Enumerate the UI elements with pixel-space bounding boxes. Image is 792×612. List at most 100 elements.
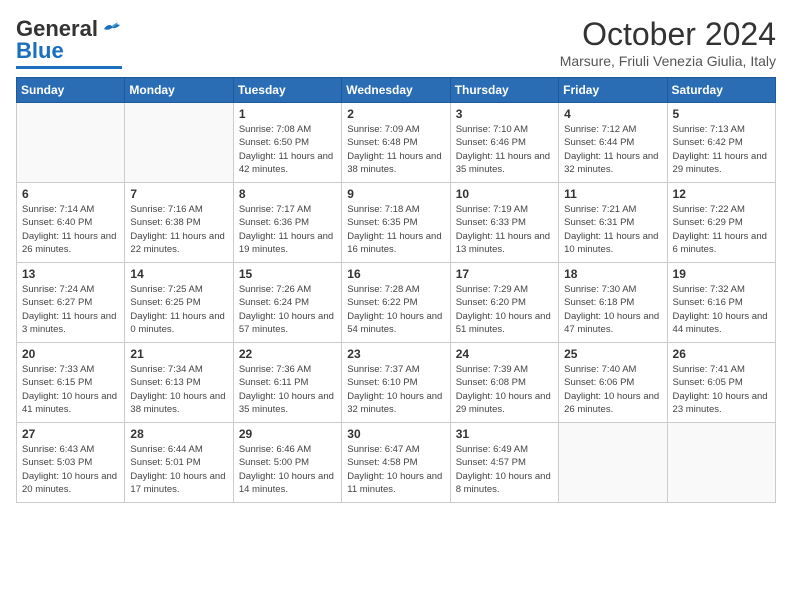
week-row-2: 6 Sunrise: 7:14 AMSunset: 6:40 PMDaylight…: [17, 183, 776, 263]
calendar-cell: 29 Sunrise: 6:46 AMSunset: 5:00 PMDayligh…: [233, 423, 341, 503]
logo: General Blue: [16, 16, 122, 69]
calendar-cell: 31 Sunrise: 6:49 AMSunset: 4:57 PMDayligh…: [450, 423, 558, 503]
calendar-cell: 16 Sunrise: 7:28 AMSunset: 6:22 PMDayligh…: [342, 263, 450, 343]
day-number: 12: [673, 187, 770, 201]
calendar-cell: 26 Sunrise: 7:41 AMSunset: 6:05 PMDayligh…: [667, 343, 775, 423]
calendar-cell: 20Sunrise: 7:33 AMSunset: 6:15 PMDayligh…: [17, 343, 125, 423]
day-info: Sunrise: 6:47 AMSunset: 4:58 PMDaylight:…: [347, 443, 444, 496]
day-number: 5: [673, 107, 770, 121]
day-info: Sunrise: 7:26 AMSunset: 6:24 PMDaylight:…: [239, 283, 336, 336]
calendar-cell: 19 Sunrise: 7:32 AMSunset: 6:16 PMDayligh…: [667, 263, 775, 343]
calendar-cell: 17 Sunrise: 7:29 AMSunset: 6:20 PMDayligh…: [450, 263, 558, 343]
day-info: Sunrise: 7:29 AMSunset: 6:20 PMDaylight:…: [456, 283, 553, 336]
day-info: Sunrise: 6:49 AMSunset: 4:57 PMDaylight:…: [456, 443, 553, 496]
day-number: 4: [564, 107, 661, 121]
day-info: Sunrise: 7:09 AMSunset: 6:48 PMDaylight:…: [347, 123, 444, 176]
calendar-cell: 13 Sunrise: 7:24 AMSunset: 6:27 PMDayligh…: [17, 263, 125, 343]
calendar-cell: 28 Sunrise: 6:44 AMSunset: 5:01 PMDayligh…: [125, 423, 233, 503]
day-number: 26: [673, 347, 770, 361]
calendar-cell: [17, 103, 125, 183]
calendar-cell: 21Sunrise: 7:34 AMSunset: 6:13 PMDayligh…: [125, 343, 233, 423]
day-info: Sunrise: 7:39 AMSunset: 6:08 PMDaylight:…: [456, 363, 553, 416]
calendar-cell: 30 Sunrise: 6:47 AMSunset: 4:58 PMDayligh…: [342, 423, 450, 503]
title-area: October 2024 Marsure, Friuli Venezia Giu…: [560, 16, 776, 69]
day-number: 1: [239, 107, 336, 121]
day-number: 9: [347, 187, 444, 201]
calendar-cell: [559, 423, 667, 503]
day-number: 3: [456, 107, 553, 121]
day-number: 16: [347, 267, 444, 281]
day-info: Sunrise: 7:34 AMSunset: 6:13 PMDaylight:…: [130, 363, 227, 416]
day-info: Sunrise: 7:13 AMSunset: 6:42 PMDaylight:…: [673, 123, 770, 176]
day-number: 13: [22, 267, 119, 281]
day-info: Sunrise: 6:43 AMSunset: 5:03 PMDaylight:…: [22, 443, 119, 496]
month-title: October 2024: [560, 16, 776, 53]
day-number: 8: [239, 187, 336, 201]
day-info: Sunrise: 7:32 AMSunset: 6:16 PMDaylight:…: [673, 283, 770, 336]
calendar-cell: 6 Sunrise: 7:14 AMSunset: 6:40 PMDaylight…: [17, 183, 125, 263]
week-row-4: 20Sunrise: 7:33 AMSunset: 6:15 PMDayligh…: [17, 343, 776, 423]
day-info: Sunrise: 7:25 AMSunset: 6:25 PMDaylight:…: [130, 283, 227, 336]
calendar-cell: [667, 423, 775, 503]
day-number: 7: [130, 187, 227, 201]
week-row-3: 13 Sunrise: 7:24 AMSunset: 6:27 PMDayligh…: [17, 263, 776, 343]
day-number: 31: [456, 427, 553, 441]
day-info: Sunrise: 7:21 AMSunset: 6:31 PMDaylight:…: [564, 203, 661, 256]
day-header-thursday: Thursday: [450, 78, 558, 103]
day-info: Sunrise: 7:14 AMSunset: 6:40 PMDaylight:…: [22, 203, 119, 256]
day-info: Sunrise: 6:44 AMSunset: 5:01 PMDaylight:…: [130, 443, 227, 496]
calendar-cell: 25Sunrise: 7:40 AMSunset: 6:06 PMDayligh…: [559, 343, 667, 423]
day-info: Sunrise: 7:17 AMSunset: 6:36 PMDaylight:…: [239, 203, 336, 256]
day-number: 10: [456, 187, 553, 201]
logo-bird-icon: [102, 21, 122, 37]
day-info: Sunrise: 7:12 AMSunset: 6:44 PMDaylight:…: [564, 123, 661, 176]
calendar-cell: 7 Sunrise: 7:16 AMSunset: 6:38 PMDaylight…: [125, 183, 233, 263]
calendar-cell: 4 Sunrise: 7:12 AMSunset: 6:44 PMDaylight…: [559, 103, 667, 183]
day-number: 17: [456, 267, 553, 281]
day-info: Sunrise: 7:36 AMSunset: 6:11 PMDaylight:…: [239, 363, 336, 416]
calendar-cell: 8 Sunrise: 7:17 AMSunset: 6:36 PMDaylight…: [233, 183, 341, 263]
day-info: Sunrise: 7:16 AMSunset: 6:38 PMDaylight:…: [130, 203, 227, 256]
day-info: Sunrise: 7:24 AMSunset: 6:27 PMDaylight:…: [22, 283, 119, 336]
day-number: 23: [347, 347, 444, 361]
day-info: Sunrise: 7:19 AMSunset: 6:33 PMDaylight:…: [456, 203, 553, 256]
calendar-cell: 27 Sunrise: 6:43 AMSunset: 5:03 PMDayligh…: [17, 423, 125, 503]
calendar-cell: 10 Sunrise: 7:19 AMSunset: 6:33 PMDayligh…: [450, 183, 558, 263]
calendar-cell: 15 Sunrise: 7:26 AMSunset: 6:24 PMDayligh…: [233, 263, 341, 343]
day-number: 15: [239, 267, 336, 281]
calendar-cell: 22Sunrise: 7:36 AMSunset: 6:11 PMDayligh…: [233, 343, 341, 423]
day-number: 28: [130, 427, 227, 441]
location-subtitle: Marsure, Friuli Venezia Giulia, Italy: [560, 53, 776, 69]
day-number: 11: [564, 187, 661, 201]
day-info: Sunrise: 7:08 AMSunset: 6:50 PMDaylight:…: [239, 123, 336, 176]
calendar-cell: 5 Sunrise: 7:13 AMSunset: 6:42 PMDaylight…: [667, 103, 775, 183]
day-number: 27: [22, 427, 119, 441]
day-number: 2: [347, 107, 444, 121]
calendar-cell: 2 Sunrise: 7:09 AMSunset: 6:48 PMDaylight…: [342, 103, 450, 183]
calendar-table: SundayMondayTuesdayWednesdayThursdayFrid…: [16, 77, 776, 503]
logo-blue: Blue: [16, 38, 64, 64]
calendar-cell: 12 Sunrise: 7:22 AMSunset: 6:29 PMDayligh…: [667, 183, 775, 263]
day-number: 14: [130, 267, 227, 281]
day-info: Sunrise: 6:46 AMSunset: 5:00 PMDaylight:…: [239, 443, 336, 496]
day-number: 30: [347, 427, 444, 441]
day-info: Sunrise: 7:33 AMSunset: 6:15 PMDaylight:…: [22, 363, 119, 416]
week-row-5: 27 Sunrise: 6:43 AMSunset: 5:03 PMDayligh…: [17, 423, 776, 503]
day-number: 18: [564, 267, 661, 281]
day-number: 19: [673, 267, 770, 281]
day-info: Sunrise: 7:37 AMSunset: 6:10 PMDaylight:…: [347, 363, 444, 416]
day-info: Sunrise: 7:22 AMSunset: 6:29 PMDaylight:…: [673, 203, 770, 256]
day-info: Sunrise: 7:28 AMSunset: 6:22 PMDaylight:…: [347, 283, 444, 336]
calendar-cell: [125, 103, 233, 183]
day-info: Sunrise: 7:18 AMSunset: 6:35 PMDaylight:…: [347, 203, 444, 256]
day-number: 6: [22, 187, 119, 201]
day-info: Sunrise: 7:41 AMSunset: 6:05 PMDaylight:…: [673, 363, 770, 416]
calendar-cell: 11 Sunrise: 7:21 AMSunset: 6:31 PMDayligh…: [559, 183, 667, 263]
week-row-1: 1 Sunrise: 7:08 AMSunset: 6:50 PMDaylight…: [17, 103, 776, 183]
day-info: Sunrise: 7:30 AMSunset: 6:18 PMDaylight:…: [564, 283, 661, 336]
day-number: 29: [239, 427, 336, 441]
calendar-cell: 18 Sunrise: 7:30 AMSunset: 6:18 PMDayligh…: [559, 263, 667, 343]
calendar-cell: 24Sunrise: 7:39 AMSunset: 6:08 PMDayligh…: [450, 343, 558, 423]
day-header-tuesday: Tuesday: [233, 78, 341, 103]
day-header-friday: Friday: [559, 78, 667, 103]
